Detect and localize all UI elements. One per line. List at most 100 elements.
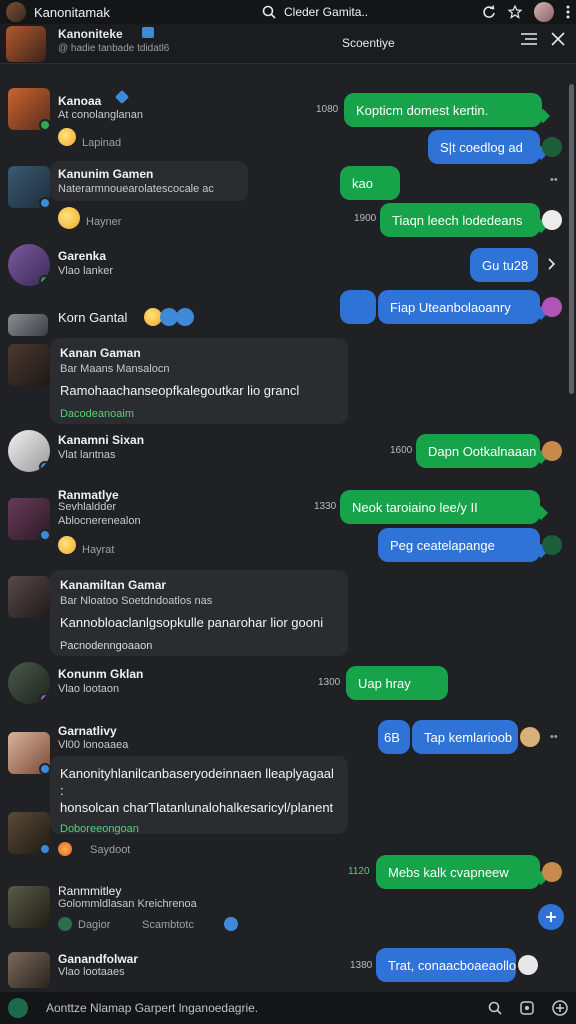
timestamp: 1330 <box>314 501 337 512</box>
reader-avatar <box>542 210 562 230</box>
chat-bubble[interactable]: Dapn Ootkalnaaan <box>416 434 549 468</box>
message-footer: Dacodeanoaim <box>60 407 134 420</box>
list-icon[interactable] <box>521 32 537 46</box>
chat-bubble[interactable]: Tiaqn leech lodedeans <box>380 203 549 237</box>
sticker-icon[interactable] <box>520 1001 534 1015</box>
bubble-text: Mebs kalk cvapneew <box>388 864 509 880</box>
chat-bubble[interactable]: Tap kemlarioob <box>412 720 518 754</box>
bubble-text: Trat, conaacboaeaollo <box>388 957 517 973</box>
reader-avatar <box>520 727 540 747</box>
avatar[interactable] <box>8 886 50 928</box>
message-author: Ranmmitley <box>58 884 122 898</box>
close-icon[interactable] <box>551 32 565 46</box>
message-meta: Hayner <box>86 216 122 228</box>
reader-avatar <box>542 297 562 317</box>
star-icon[interactable] <box>508 5 522 19</box>
chat-bubble[interactable]: Kopticm domest kertin. <box>344 93 551 127</box>
message-subtitle: Vlao lootaon <box>58 683 120 695</box>
search-text: Cleder Gamita.. <box>284 5 369 19</box>
app-title: Kanonitamak <box>34 4 110 20</box>
message-subtitle: Bar Maans Mansalocn <box>60 363 170 375</box>
avatar[interactable] <box>8 732 50 774</box>
emoji-icon[interactable] <box>58 536 76 554</box>
add-circle-icon[interactable] <box>552 1000 568 1016</box>
message-subtitle: Vlat lantnas <box>58 449 116 461</box>
chat-bubble[interactable]: 6B <box>378 720 410 754</box>
channel-avatar[interactable] <box>6 26 46 62</box>
avatar[interactable] <box>8 88 50 130</box>
status-badge <box>39 119 50 130</box>
message-card[interactable]: Kanamiltan Gamar Bar Nloatoo Soetdndoatl… <box>50 570 348 656</box>
top-bar: Kanonitamak Cleder Gamita.. <box>0 0 576 24</box>
search-box[interactable]: Cleder Gamita.. <box>262 5 368 19</box>
emoji-icon[interactable] <box>58 207 80 229</box>
avatar[interactable] <box>8 952 50 988</box>
message-subtitle: Vl00 lonoaaea <box>58 739 129 751</box>
chat-bubble[interactable]: Mebs kalk cvapneew <box>376 855 549 889</box>
more-icon[interactable]: •• <box>550 731 558 743</box>
reader-avatar <box>542 862 562 882</box>
search-icon[interactable] <box>488 1001 502 1015</box>
status-badge <box>39 843 50 854</box>
avatar[interactable] <box>8 344 50 386</box>
avatar[interactable] <box>8 166 50 208</box>
emoji-icon[interactable] <box>58 128 76 146</box>
message-composer: Aonttze Nlamap Garpert lnganoedagrie. <box>0 992 576 1024</box>
emoji-icon[interactable] <box>176 308 194 326</box>
status-badge <box>39 529 50 540</box>
message-subtitle: Naterarmnouearolatescocale ac <box>58 183 214 195</box>
bubble-text: Uap hray <box>358 675 411 691</box>
chat-bubble[interactable]: Uap hray <box>346 666 448 700</box>
message-author: Korn Gantal <box>58 310 128 325</box>
avatar[interactable] <box>8 244 50 286</box>
bubble-text: kao <box>352 175 373 191</box>
chat-bubble[interactable]: Neok taroiaino lee/y II <box>340 490 549 524</box>
add-button[interactable] <box>538 904 564 930</box>
message-input[interactable]: Aonttze Nlamap Garpert lnganoedagrie. <box>46 1001 258 1015</box>
message-meta: Saydoot <box>90 844 131 856</box>
emoji-icon[interactable] <box>58 842 72 856</box>
chevron-right-icon[interactable] <box>548 258 556 270</box>
message-footer: Pacnodenngoaaon <box>60 639 153 652</box>
message-body: Kanonityhlanilcanbaseryodeinnaen lleaply… <box>60 766 334 815</box>
reader-avatar <box>542 535 562 555</box>
bubble-text: Gu tu28 <box>482 257 529 273</box>
message-card[interactable]: Kanunim Gamen Naterarmnouearolatescocale… <box>50 161 248 201</box>
message-card[interactable]: Kanan Gaman Bar Maans Mansalocn Ramohaac… <box>50 338 348 424</box>
more-icon[interactable] <box>566 5 570 19</box>
message-body: Ramohaachanseopfkalegoutkar lio grancl <box>60 383 300 398</box>
chat-bubble[interactable]: Peg ceatelapange <box>378 528 549 562</box>
bubble-text: Peg ceatelapange <box>390 537 495 553</box>
scrollbar[interactable] <box>569 84 574 394</box>
message-card[interactable]: Kanonityhlanilcanbaseryodeinnaen lleaply… <box>50 756 348 835</box>
avatar[interactable] <box>8 314 48 336</box>
emoji-icon[interactable] <box>58 917 72 931</box>
message-meta: Dagior <box>78 919 111 931</box>
timestamp: 1300 <box>318 677 341 688</box>
avatar[interactable] <box>8 576 50 618</box>
message-subtitle: Ablocnerenealon <box>58 515 141 527</box>
message-meta: Scambtotc <box>142 919 194 931</box>
avatar[interactable] <box>8 812 50 854</box>
refresh-icon[interactable] <box>482 5 496 19</box>
profile-avatar[interactable] <box>534 2 554 22</box>
more-icon[interactable]: •• <box>550 174 558 186</box>
emoji-icon[interactable] <box>224 917 238 931</box>
message-footer: Doboreeongoan <box>60 822 139 835</box>
chat-bubble[interactable] <box>340 290 376 324</box>
avatar[interactable] <box>8 498 50 540</box>
attach-icon[interactable] <box>8 998 28 1018</box>
timestamp: 1600 <box>390 445 413 456</box>
avatar[interactable] <box>8 662 50 704</box>
message-body: Kannobloaclanlgsopkulle panarohar lior g… <box>60 615 324 630</box>
chat-bubble[interactable]: Fiap Uteanbolaoanry <box>378 290 549 324</box>
channel-tag-icon <box>142 27 154 38</box>
message-author: Ganandfolwar <box>58 952 139 966</box>
chat-bubble[interactable]: Gu tu28 <box>470 248 538 282</box>
app-avatar[interactable] <box>6 2 26 22</box>
chat-bubble[interactable]: kao <box>340 166 400 200</box>
chat-bubble[interactable]: S|t coedlog ad <box>428 130 549 164</box>
message-author: Kanamni Sixan <box>58 433 145 447</box>
chat-bubble[interactable]: Trat, conaacboaeaollo <box>376 948 516 982</box>
avatar[interactable] <box>8 430 50 472</box>
